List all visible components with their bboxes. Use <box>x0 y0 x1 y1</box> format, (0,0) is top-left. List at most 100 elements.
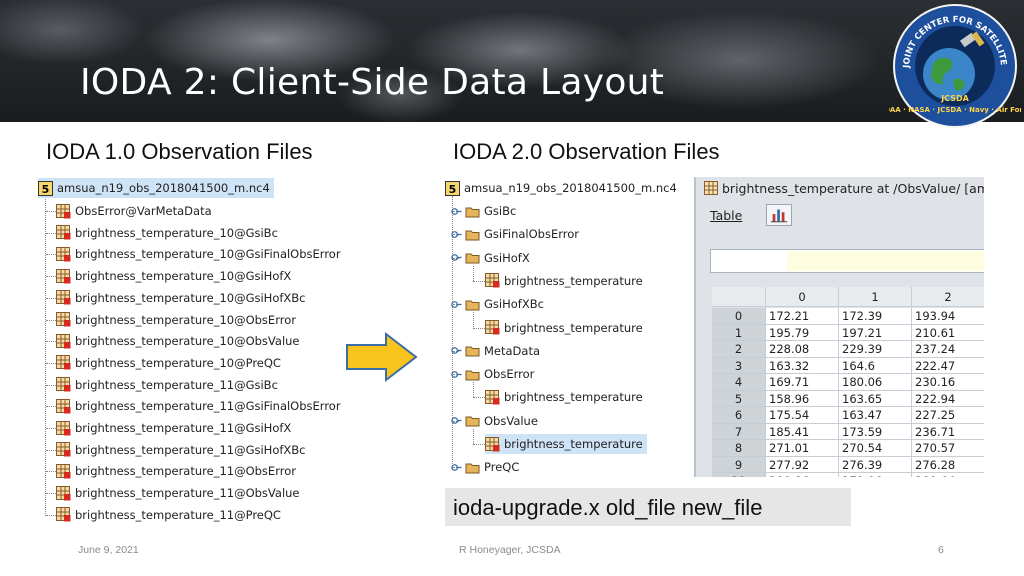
expand-key-icon[interactable] <box>451 369 462 380</box>
expand-key-icon[interactable] <box>451 206 462 217</box>
table-cell[interactable]: 169.71 <box>766 374 839 391</box>
table-cell[interactable]: 277.92 <box>766 456 839 473</box>
dataset-icon <box>485 273 500 288</box>
ioda2-group-preqc[interactable]: PreQC <box>451 457 519 477</box>
table-cell[interactable]: 270.54 <box>839 440 912 457</box>
slide-title: IODA 2: Client-Side Data Layout <box>80 62 665 103</box>
table-cell[interactable]: 271.01 <box>766 440 839 457</box>
ioda1-dataset-item[interactable]: ObsError@VarMetaData <box>56 201 212 221</box>
table-cell[interactable]: 195.79 <box>766 324 839 341</box>
tree-item-label: brightness_temperature_11@ObsError <box>75 464 296 479</box>
tree-item-label: brightness_temperature_10@GsiBc <box>75 225 278 240</box>
table-cell[interactable]: 193.94 <box>912 308 984 325</box>
dataset-icon <box>56 290 71 305</box>
ioda1-dataset-item[interactable]: brightness_temperature_11@ObsError <box>56 461 296 481</box>
tree-item-label: GsiHofXBc <box>484 297 544 312</box>
ioda1-root-label: amsua_n19_obs_2018041500_m.nc4 <box>57 181 270 195</box>
ioda2-group-obsvalue[interactable]: ObsValue <box>451 411 538 431</box>
row-header: 9 <box>712 456 766 473</box>
dataset-icon <box>56 377 71 392</box>
table-cell[interactable]: 230.16 <box>912 374 984 391</box>
table-cell[interactable]: 210.61 <box>912 324 984 341</box>
table-cell[interactable]: 185.41 <box>766 423 839 440</box>
ioda1-dataset-item[interactable]: brightness_temperature_10@GsiHofXBc <box>56 288 306 308</box>
ioda1-dataset-item[interactable]: brightness_temperature_10@GsiHofX <box>56 266 291 286</box>
table-cell[interactable]: 280.86 <box>766 473 839 477</box>
row-header: 10 <box>712 473 766 477</box>
dataset-icon <box>56 333 71 349</box>
tree-item-label: ObsValue <box>484 413 538 428</box>
ioda1-dataset-item[interactable]: brightness_temperature_10@ObsError <box>56 310 296 330</box>
table-cell[interactable]: 227.25 <box>912 407 984 424</box>
dataset-icon <box>56 463 71 479</box>
tree-item-label: brightness_temperature <box>504 390 643 405</box>
table-cell[interactable]: 172.21 <box>766 308 839 325</box>
table-cell[interactable]: 164.6 <box>839 357 912 374</box>
table-cell[interactable]: 229.39 <box>839 341 912 358</box>
ioda2-heading: IODA 2.0 Observation Files <box>453 139 720 164</box>
ioda1-dataset-item[interactable]: brightness_temperature_11@GsiFinalObsErr… <box>56 396 341 416</box>
table-cell[interactable]: 163.32 <box>766 357 839 374</box>
ioda2-dataset-item[interactable]: brightness_temperature <box>485 434 647 454</box>
expand-key-icon[interactable] <box>451 415 462 426</box>
ioda1-dataset-item[interactable]: brightness_temperature_11@GsiBc <box>56 375 278 395</box>
table-cell[interactable]: 279.06 <box>839 473 912 477</box>
ioda1-dataset-item[interactable]: brightness_temperature_11@GsiHofX <box>56 418 291 438</box>
table-cell[interactable]: 228.08 <box>766 341 839 358</box>
ioda2-group-metadata[interactable]: MetaData <box>451 341 540 361</box>
expand-key-icon[interactable] <box>451 345 462 356</box>
dataset-icon <box>485 389 500 405</box>
ioda1-dataset-item[interactable]: brightness_temperature_11@ObsValue <box>56 483 300 503</box>
table-cell[interactable]: 237.24 <box>912 341 984 358</box>
ioda1-root-file[interactable]: 5 amsua_n19_obs_2018041500_m.nc4 <box>38 178 274 198</box>
ioda2-dataset-item[interactable]: brightness_temperature <box>485 271 643 291</box>
table-cell[interactable]: 175.54 <box>766 407 839 424</box>
ioda2-group-gsibc[interactable]: GsiBc <box>451 201 516 221</box>
dataset-icon <box>485 436 500 451</box>
dataset-icon <box>56 398 71 414</box>
dataset-icon <box>56 420 71 435</box>
table-cell[interactable]: 270.57 <box>912 440 984 457</box>
ioda1-dataset-item[interactable]: brightness_temperature_11@GsiHofXBc <box>56 440 306 460</box>
ioda2-file-tree: 5 amsua_n19_obs_2018041500_m.nc4 GsiBc Gs… <box>445 178 690 478</box>
ioda2-dataset-item[interactable]: brightness_temperature <box>485 318 643 338</box>
table-cell[interactable]: 163.65 <box>839 390 912 407</box>
ioda1-dataset-item[interactable]: brightness_temperature_10@GsiFinalObsErr… <box>56 244 341 264</box>
ioda1-dataset-item[interactable]: brightness_temperature_10@GsiBc <box>56 223 278 243</box>
table-cell[interactable]: 197.21 <box>839 324 912 341</box>
ioda2-group-gsifinalobserror[interactable]: GsiFinalObsError <box>451 224 579 244</box>
expand-key-icon[interactable] <box>451 252 462 263</box>
ioda2-group-obserror[interactable]: ObsError <box>451 364 534 384</box>
ioda2-group-gsihofx[interactable]: GsiHofX <box>451 248 530 268</box>
table-cell[interactable]: 276.39 <box>839 456 912 473</box>
ioda2-root-file[interactable]: 5 amsua_n19_obs_2018041500_m.nc4 <box>445 178 681 198</box>
table-cell[interactable]: 222.94 <box>912 390 984 407</box>
table-cell[interactable]: 158.96 <box>766 390 839 407</box>
table-menu[interactable]: Table <box>710 208 742 223</box>
tree-item-label: GsiFinalObsError <box>484 227 579 242</box>
table-cell[interactable]: 180.06 <box>839 374 912 391</box>
table-cell[interactable]: 172.39 <box>839 308 912 325</box>
ioda1-heading: IODA 1.0 Observation Files <box>46 139 313 164</box>
ioda1-dataset-item[interactable]: brightness_temperature_11@PreQC <box>56 505 281 525</box>
ioda2-dataset-item[interactable]: brightness_temperature <box>485 387 643 407</box>
expand-key-icon[interactable] <box>451 462 462 473</box>
svg-text:5: 5 <box>449 183 457 196</box>
cell-value-input[interactable] <box>710 249 984 273</box>
expand-key-icon[interactable] <box>451 299 462 310</box>
table-cell[interactable]: 276.28 <box>912 456 984 473</box>
ioda2-group-gsihofxbc[interactable]: GsiHofXBc <box>451 294 544 314</box>
table-cell[interactable]: 236.71 <box>912 423 984 440</box>
dataset-table-window: brightness_temperature at /ObsValue/ [am… <box>694 177 984 477</box>
ioda1-dataset-item[interactable]: brightness_temperature_10@PreQC <box>56 353 281 373</box>
expand-key-icon[interactable] <box>451 229 462 240</box>
chart-button-icon[interactable] <box>766 204 792 226</box>
ioda1-dataset-item[interactable]: brightness_temperature_10@ObsValue <box>56 331 300 351</box>
table-cell[interactable]: 280.64 <box>912 473 984 477</box>
table-cell[interactable]: 163.47 <box>839 407 912 424</box>
row-header: 2 <box>712 341 766 358</box>
tree-item-label: brightness_temperature <box>504 320 643 335</box>
table-cell[interactable]: 222.47 <box>912 357 984 374</box>
table-cell[interactable]: 173.59 <box>839 423 912 440</box>
tree-item-label: brightness_temperature <box>504 273 643 288</box>
